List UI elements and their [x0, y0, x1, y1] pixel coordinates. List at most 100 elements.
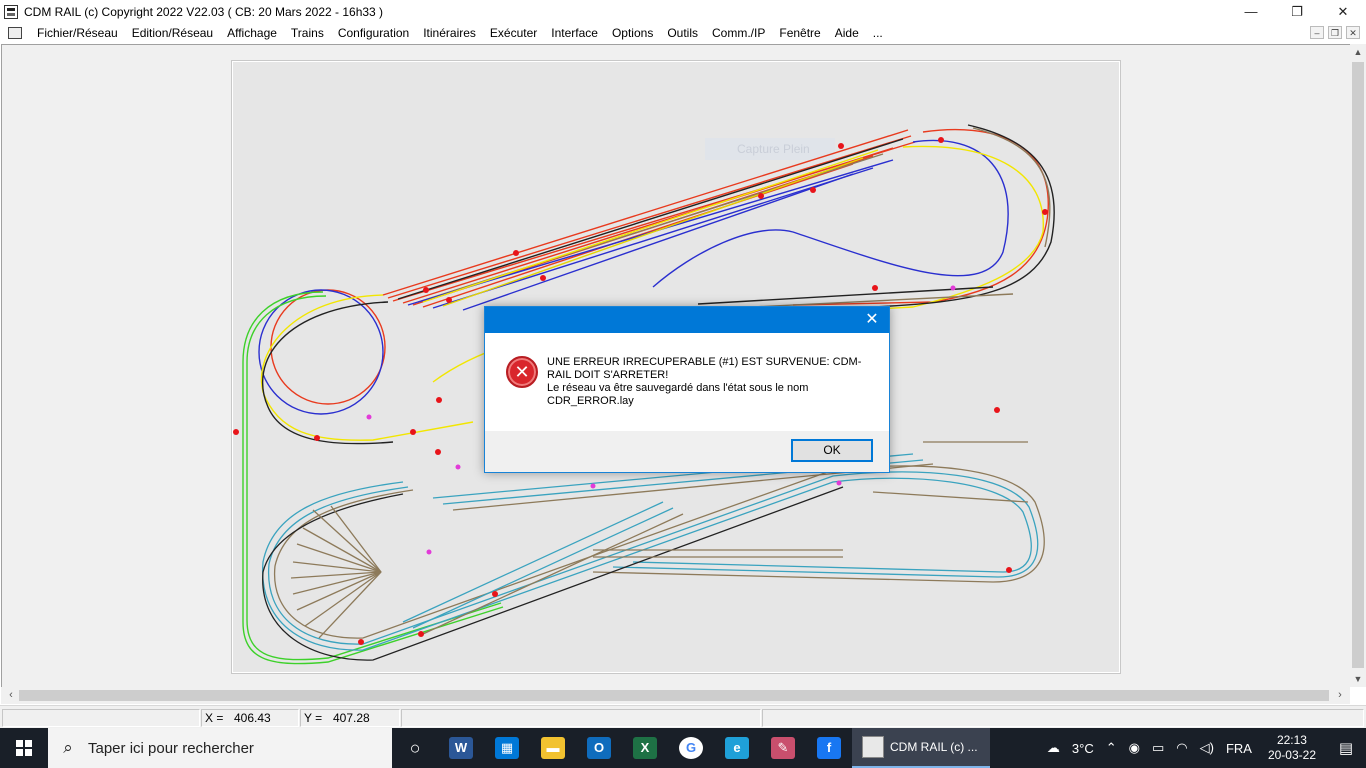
track-yellow-2: [442, 157, 864, 307]
scroll-up-icon[interactable]: ▲: [1350, 44, 1366, 60]
menu-aide[interactable]: Aide: [828, 26, 866, 40]
weather-temp[interactable]: 3°C: [1072, 741, 1094, 756]
start-button[interactable]: [0, 728, 48, 768]
dialog-title-bar[interactable]: ✕: [485, 307, 889, 333]
scroll-left-icon[interactable]: ‹: [3, 687, 19, 704]
left-loop-black: [262, 301, 394, 445]
chevron-up-icon[interactable]: ⌃: [1106, 740, 1117, 756]
document-icon[interactable]: [8, 27, 22, 39]
menu-interface[interactable]: Interface: [544, 26, 605, 40]
mdi-close-button[interactable]: ✕: [1346, 26, 1360, 39]
error-dialog: ✕ ✕ UNE ERREUR IRRECUPERABLE (#1) EST SU…: [484, 306, 890, 473]
signal: [872, 285, 878, 291]
cdm-rail-app-icon[interactable]: [4, 4, 18, 19]
menu-configuration[interactable]: Configuration: [331, 26, 416, 40]
windows-logo-icon: [16, 740, 32, 756]
notification-icon[interactable]: ▤: [1326, 739, 1366, 757]
edge-icon[interactable]: e: [714, 728, 760, 768]
menu-executer[interactable]: Exécuter: [483, 26, 544, 40]
signal: [1042, 209, 1048, 215]
menu-affichage[interactable]: Affichage: [220, 26, 284, 40]
meet-now-icon[interactable]: ◉: [1129, 740, 1140, 756]
word-icon-glyph: W: [449, 737, 473, 759]
signal: [435, 449, 441, 455]
facebook-icon[interactable]: f: [806, 728, 852, 768]
minimize-button[interactable]: —: [1228, 0, 1274, 23]
error-icon: ✕: [506, 356, 538, 388]
signal: [492, 591, 498, 597]
scroll-down-icon[interactable]: ▼: [1350, 671, 1366, 687]
vertical-scroll-thumb[interactable]: [1352, 62, 1364, 668]
dialog-body: ✕ UNE ERREUR IRRECUPERABLE (#1) EST SURV…: [485, 333, 889, 431]
menu-more[interactable]: ...: [866, 26, 890, 40]
excel-icon[interactable]: X: [622, 728, 668, 768]
taskbar-search[interactable]: ⌕ Taper ici pour rechercher: [48, 728, 392, 768]
signal: [446, 297, 452, 303]
signal: [758, 193, 764, 199]
wifi-icon[interactable]: ◠: [1176, 740, 1187, 756]
track-black-1: [397, 138, 904, 300]
file-explorer-icon[interactable]: ▬: [530, 728, 576, 768]
volume-icon[interactable]: ◁): [1200, 740, 1214, 756]
menu-itineraires[interactable]: Itinéraires: [416, 26, 483, 40]
horizontal-scroll-thumb[interactable]: [19, 690, 1329, 701]
menu-fichier-reseau[interactable]: Fichier/Réseau: [30, 26, 125, 40]
menu-trains[interactable]: Trains: [284, 26, 331, 40]
menu-options[interactable]: Options: [605, 26, 660, 40]
taskbar-app-label: CDM RAIL (c) ...: [890, 740, 978, 754]
scroll-right-icon[interactable]: ›: [1332, 687, 1348, 704]
signal: [418, 631, 424, 637]
search-placeholder: Taper ici pour rechercher: [88, 739, 254, 757]
signal: [838, 143, 844, 149]
y-label: Y =: [304, 711, 323, 725]
taskbar: ⌕ Taper ici pour rechercher ○ W ▦ ▬ O X Ge ✎ f C…: [0, 728, 1366, 768]
signal: [436, 397, 442, 403]
weather-icon[interactable]: ☁: [1047, 740, 1060, 756]
x-label: X =: [205, 711, 224, 725]
signal: [358, 639, 364, 645]
word-icon[interactable]: W: [438, 728, 484, 768]
edge-icon-glyph: e: [725, 737, 749, 759]
clock-time: 22:13: [1276, 733, 1307, 747]
fan-track-1: [312, 509, 382, 573]
outlook-icon[interactable]: O: [576, 728, 622, 768]
marker: [366, 414, 372, 420]
signal: [540, 275, 546, 281]
ok-button[interactable]: OK: [791, 439, 873, 462]
excel-icon-glyph: X: [633, 737, 657, 759]
status-cell-1: [2, 709, 200, 727]
signal: [233, 429, 239, 435]
fan-track-9: [304, 571, 382, 627]
signal: [938, 137, 944, 143]
menu-outils[interactable]: Outils: [660, 26, 705, 40]
x-value: 406.43: [234, 711, 271, 725]
marker: [455, 464, 461, 470]
signal: [810, 187, 816, 193]
battery-icon[interactable]: ▭: [1152, 740, 1164, 756]
system-tray: ☁ 3°C ⌃ ◉ ▭ ◠ ◁) FRA 22:13 20-03-22 ▤: [1041, 728, 1366, 768]
close-button[interactable]: ✕: [1320, 0, 1366, 23]
store-icon[interactable]: ▦: [484, 728, 530, 768]
restore-button[interactable]: ❐: [1274, 0, 1320, 23]
task-view-icon[interactable]: ○: [392, 728, 438, 768]
dialog-close-button[interactable]: ✕: [859, 308, 885, 332]
lower-track-bundle: [262, 441, 1045, 661]
clock[interactable]: 22:13 20-03-22: [1268, 733, 1316, 763]
mdi-minimize-button[interactable]: –: [1310, 26, 1324, 39]
menu-edition-reseau[interactable]: Edition/Réseau: [125, 26, 220, 40]
marker: [950, 285, 956, 291]
left-loop-red: [270, 289, 386, 405]
vertical-scrollbar[interactable]: ▲ ▼: [1350, 44, 1366, 687]
taskbar-app-cdm-rail[interactable]: CDM RAIL (c) ...: [852, 728, 990, 768]
fan-track-8: [296, 571, 382, 611]
language-indicator[interactable]: FRA: [1226, 741, 1252, 756]
menu-fenetre[interactable]: Fenêtre: [772, 26, 827, 40]
fan-track-10: [318, 571, 382, 639]
paint-icon[interactable]: ✎: [760, 728, 806, 768]
horizontal-scrollbar[interactable]: ‹ ›: [1, 687, 1350, 704]
chrome-icon[interactable]: G: [668, 728, 714, 768]
mdi-restore-button[interactable]: ❐: [1328, 26, 1342, 39]
menu-comm-ip[interactable]: Comm./IP: [705, 26, 772, 40]
marker: [590, 483, 596, 489]
left-loop-blue: [258, 289, 384, 415]
